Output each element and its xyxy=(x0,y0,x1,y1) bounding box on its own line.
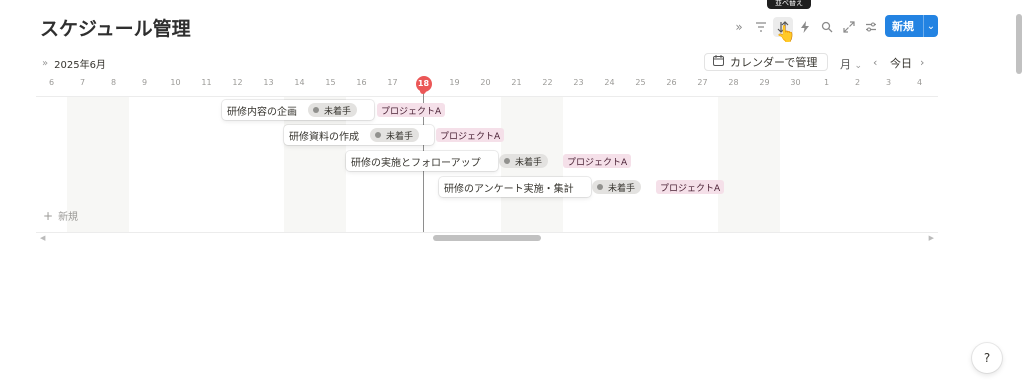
page-title: スケジュール管理 xyxy=(40,18,191,40)
project-label: プロジェクトA xyxy=(567,157,628,168)
chevron-down-icon[interactable]: ⌄ xyxy=(924,21,938,32)
new-button[interactable]: 新規 ⌄ xyxy=(885,15,938,37)
day-label: 23 xyxy=(573,78,584,87)
project-tag: プロジェクトA xyxy=(436,128,505,142)
status-badge: 未着手 xyxy=(499,154,549,168)
day-label: 22 xyxy=(542,78,553,87)
day-label: 11 xyxy=(201,78,212,87)
manage-in-calendar-label: カレンダーで管理 xyxy=(730,56,818,69)
double-chevron-icon[interactable]: » xyxy=(729,17,749,37)
day-label: 8 xyxy=(110,78,117,87)
today-button[interactable]: 今日 xyxy=(890,55,912,71)
project-label: プロジェクトA xyxy=(660,183,721,194)
project-tag: プロジェクトA xyxy=(377,103,446,117)
calendar-icon xyxy=(713,55,724,69)
day-label: 26 xyxy=(666,78,677,87)
task-bar[interactable]: 研修のアンケート実施・集計 xyxy=(439,177,591,197)
month-label: 2025年6月 xyxy=(54,60,106,71)
view-select-label: 月 xyxy=(840,58,851,71)
status-label: 未着手 xyxy=(608,183,636,194)
status-label: 未着手 xyxy=(515,157,543,168)
day-label: 10 xyxy=(170,78,181,87)
status-dot xyxy=(375,132,381,138)
sort-tooltip: 並べ替え xyxy=(767,0,811,9)
day-label: 3 xyxy=(885,78,892,87)
day-label: 24 xyxy=(604,78,615,87)
status-label: 未着手 xyxy=(324,106,352,117)
automation-icon[interactable] xyxy=(795,17,815,37)
new-button-label: 新規 xyxy=(892,20,914,33)
project-label: プロジェクトA xyxy=(381,106,442,117)
day-label: 1 xyxy=(823,78,830,87)
task-name: 研修の実施とフォローアップ xyxy=(351,157,481,169)
project-label: プロジェクトA xyxy=(440,131,501,142)
status-dot xyxy=(504,158,510,164)
collapse-panel-icon[interactable]: » xyxy=(42,58,48,69)
task-name: 研修内容の企画 xyxy=(227,106,297,118)
status-badge: 未着手 xyxy=(308,103,358,117)
timeline-grid: 研修内容の企画 未着手 プロジェクトA 研修資料の作成 未着手 プロジェクトA … xyxy=(36,88,938,232)
day-label: 6 xyxy=(48,78,55,87)
scroll-right-arrow-icon[interactable]: ▶ xyxy=(929,234,934,242)
day-label: 4 xyxy=(916,78,923,87)
hand-cursor-icon: 👆 xyxy=(776,24,796,43)
manage-in-calendar-button[interactable]: カレンダーで管理 xyxy=(704,53,828,71)
day-label: 2 xyxy=(854,78,861,87)
add-new-label: 新規 xyxy=(58,212,79,223)
help-icon: ? xyxy=(983,351,991,365)
horizontal-scroll-thumb[interactable] xyxy=(433,235,541,241)
weekend-column xyxy=(718,97,780,232)
day-label: 16 xyxy=(356,78,367,87)
project-tag: プロジェクトA xyxy=(563,154,632,168)
day-label: 29 xyxy=(759,78,770,87)
day-label: 25 xyxy=(635,78,646,87)
day-label: 20 xyxy=(480,78,491,87)
project-tag: プロジェクトA xyxy=(656,180,725,194)
help-button[interactable]: ? xyxy=(972,343,1002,373)
vertical-scrollbar-thumb[interactable] xyxy=(1016,14,1022,74)
filter-icon[interactable] xyxy=(751,17,771,37)
plus-icon: + xyxy=(43,208,54,223)
prev-month-arrow-icon[interactable]: ‹ xyxy=(873,56,877,69)
day-label: 9 xyxy=(141,78,148,87)
add-new-row-button[interactable]: + 新規 xyxy=(43,208,79,224)
day-label: 19 xyxy=(449,78,460,87)
task-name: 研修資料の作成 xyxy=(289,131,359,143)
today-marker-dot xyxy=(420,88,426,94)
status-dot xyxy=(597,184,603,190)
day-label: 13 xyxy=(263,78,274,87)
chevron-down-icon: ⌄ xyxy=(854,61,863,71)
month-header: » 2025年6月 xyxy=(42,56,106,71)
day-label: 14 xyxy=(294,78,305,87)
day-label: 17 xyxy=(387,78,398,87)
settings-icon[interactable] xyxy=(861,17,881,37)
horizontal-scrollbar[interactable]: ◀ ▶ xyxy=(36,233,938,243)
status-badge: 未着手 xyxy=(370,128,420,142)
day-label: 28 xyxy=(728,78,739,87)
day-label: 21 xyxy=(511,78,522,87)
day-label: 27 xyxy=(697,78,708,87)
day-label: 12 xyxy=(232,78,243,87)
task-name: 研修のアンケート実施・集計 xyxy=(444,183,574,195)
day-label: 30 xyxy=(790,78,801,87)
expand-icon[interactable] xyxy=(839,17,859,37)
status-dot xyxy=(313,107,319,113)
day-header-row: 6 7 8 9 10 11 12 13 14 15 16 17 18 19 20 21 22 23 24 25 26 27… xyxy=(36,76,938,96)
next-month-arrow-icon[interactable]: › xyxy=(920,56,924,69)
day-label: 15 xyxy=(325,78,336,87)
scroll-left-arrow-icon[interactable]: ◀ xyxy=(40,234,45,242)
search-icon[interactable] xyxy=(817,17,837,37)
view-select[interactable]: 月 ⌄ xyxy=(840,56,862,72)
day-label: 7 xyxy=(79,78,86,87)
status-badge: 未着手 xyxy=(592,180,642,194)
task-bar[interactable]: 研修の実施とフォローアップ xyxy=(346,151,498,171)
status-label: 未着手 xyxy=(386,131,414,142)
